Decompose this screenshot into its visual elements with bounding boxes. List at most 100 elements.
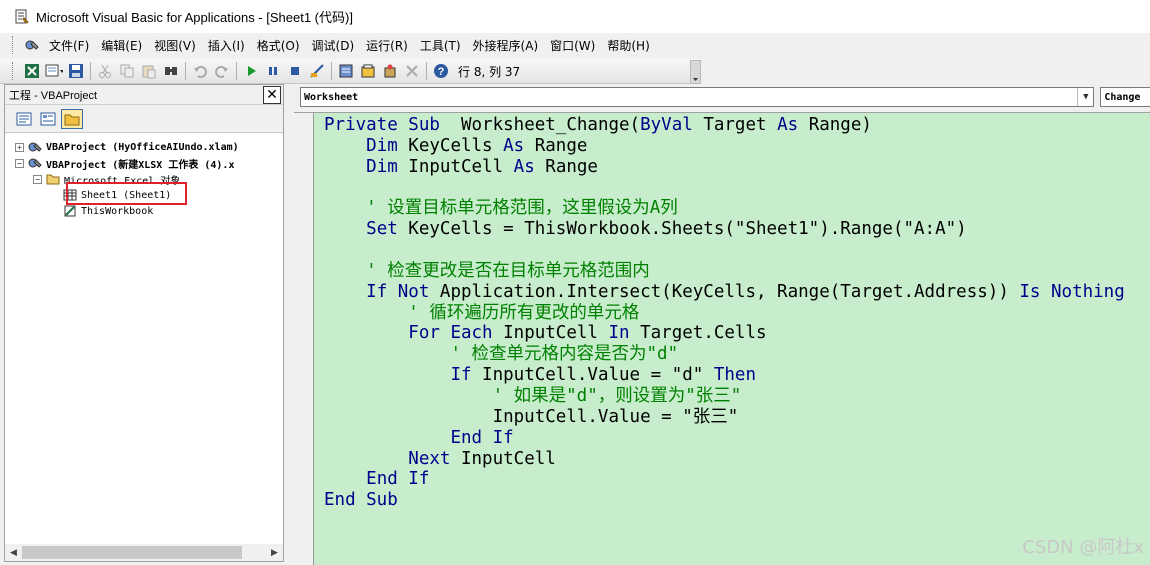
toolbar-separator bbox=[331, 62, 332, 80]
menu-run[interactable]: 运行(R) bbox=[360, 37, 414, 54]
scroll-left-icon[interactable]: ◀ bbox=[5, 548, 22, 558]
vba-menu-icon[interactable] bbox=[23, 36, 41, 54]
paste-icon[interactable] bbox=[140, 62, 158, 80]
code-keyword: Is Nothing bbox=[1019, 281, 1125, 302]
scrollbar-thumb[interactable] bbox=[22, 546, 242, 559]
view-code-icon[interactable] bbox=[13, 109, 35, 129]
insert-module-icon[interactable] bbox=[45, 62, 63, 80]
code-lines[interactable]: Private Sub Worksheet_Change(ByVal Targe… bbox=[324, 115, 1125, 511]
chevron-down-icon[interactable]: ▼ bbox=[1077, 88, 1093, 106]
scrollbar-track[interactable] bbox=[22, 546, 266, 559]
code-line[interactable]: InputCell.Value = "张三" bbox=[324, 407, 1125, 428]
workbook-icon bbox=[64, 205, 76, 217]
menu-file[interactable]: 文件(F) bbox=[43, 37, 95, 54]
collapse-icon[interactable]: − bbox=[33, 174, 42, 184]
code-line[interactable]: ' 如果是"d"，则设置为"张三" bbox=[324, 386, 1125, 407]
code-line[interactable]: ' 设置目标单元格范围，这里假设为A列 bbox=[324, 198, 1125, 219]
code-line[interactable]: Dim KeyCells As Range bbox=[324, 136, 1125, 157]
scroll-right-icon[interactable]: ▶ bbox=[266, 548, 283, 558]
collapse-icon[interactable]: − bbox=[15, 158, 24, 168]
redo-icon[interactable] bbox=[213, 62, 231, 80]
menu-tools[interactable]: 工具(T) bbox=[414, 37, 467, 54]
tree-item-hyoffice-project[interactable]: + VBAProject (HyOfficeAIUndo.xlam) bbox=[15, 139, 283, 155]
code-line[interactable]: End Sub bbox=[324, 490, 1125, 511]
menu-window[interactable]: 窗口(W) bbox=[544, 37, 601, 54]
code-area: Private Sub Worksheet_Change(ByVal Targe… bbox=[294, 112, 1150, 565]
menu-help[interactable]: 帮助(H) bbox=[601, 37, 655, 54]
code-window: Worksheet ▼ Change Private Sub Worksheet… bbox=[294, 84, 1150, 565]
code-line[interactable]: ​ bbox=[324, 178, 1125, 199]
panel-splitter[interactable] bbox=[286, 84, 294, 565]
code-keyword: Then bbox=[713, 365, 756, 386]
code-line[interactable]: Private Sub Worksheet_Change(ByVal Targe… bbox=[324, 115, 1125, 136]
toolbar-overflow-button[interactable] bbox=[690, 60, 701, 84]
expand-icon[interactable]: + bbox=[15, 142, 24, 152]
toggle-folders-icon[interactable] bbox=[61, 108, 83, 129]
code-keyword: End If bbox=[366, 469, 430, 490]
code-line[interactable]: ' 检查单元格内容是否为"d" bbox=[324, 344, 1125, 365]
menu-insert[interactable]: 插入(I) bbox=[202, 37, 251, 54]
project-explorer: 工程 - VBAProject ✕ + VBAProject (HyOffice… bbox=[4, 84, 284, 562]
view-object-icon[interactable] bbox=[37, 109, 59, 129]
code-gutter[interactable] bbox=[294, 113, 314, 565]
cut-icon[interactable] bbox=[96, 62, 114, 80]
copy-icon[interactable] bbox=[118, 62, 136, 80]
project-explorer-header: 工程 - VBAProject ✕ bbox=[5, 85, 283, 105]
code-line[interactable]: For Each InputCell In Target.Cells bbox=[324, 323, 1125, 344]
menu-debug[interactable]: 调试(D) bbox=[306, 37, 361, 54]
project-explorer-icon[interactable] bbox=[337, 62, 355, 80]
excel-icon[interactable] bbox=[23, 62, 41, 80]
object-browser-icon[interactable] bbox=[381, 62, 399, 80]
run-icon[interactable] bbox=[242, 62, 260, 80]
code-line[interactable]: ​ bbox=[324, 240, 1125, 261]
toolbar-separator bbox=[236, 62, 237, 80]
tree-item-thisworkbook[interactable]: ThisWorkbook bbox=[15, 203, 283, 219]
reset-icon[interactable] bbox=[286, 62, 304, 80]
code-line[interactable]: Next InputCell bbox=[324, 449, 1125, 470]
toolbox-icon[interactable] bbox=[403, 62, 421, 80]
toolbar-separator bbox=[90, 62, 91, 80]
code-line[interactable]: End If bbox=[324, 469, 1125, 490]
code-keyword: ByVal bbox=[640, 115, 693, 135]
code-line[interactable]: Set KeyCells = ThisWorkbook.Sheets("Shee… bbox=[324, 219, 1125, 240]
properties-icon[interactable] bbox=[359, 62, 377, 80]
menu-edit[interactable]: 编辑(E) bbox=[95, 37, 148, 54]
tree-item-label: VBAProject (新建XLSX 工作表 (4).x bbox=[46, 159, 235, 171]
find-icon[interactable] bbox=[162, 62, 180, 80]
code-comment: ' 设置目标单元格范围，这里假设为A列 bbox=[366, 198, 678, 219]
code-line[interactable]: If InputCell.Value = "d" Then bbox=[324, 365, 1125, 386]
menu-view[interactable]: 视图(V) bbox=[148, 37, 202, 54]
code-line[interactable]: ' 检查更改是否在目标单元格范围内 bbox=[324, 261, 1125, 282]
design-mode-icon[interactable] bbox=[308, 62, 326, 80]
help-icon[interactable]: ? bbox=[432, 62, 450, 80]
code-editor[interactable]: Private Sub Worksheet_Change(ByVal Targe… bbox=[314, 113, 1150, 565]
code-line[interactable]: End If bbox=[324, 428, 1125, 449]
object-dropdown[interactable]: Worksheet ▼ bbox=[300, 87, 1095, 107]
menu-format[interactable]: 格式(O) bbox=[251, 37, 306, 54]
code-combo-row: Worksheet ▼ Change bbox=[294, 84, 1150, 110]
object-dropdown-value: Worksheet bbox=[304, 91, 359, 103]
tree-item-workbook-project[interactable]: − VBAProject (新建XLSX 工作表 (4).x bbox=[15, 155, 283, 171]
code-keyword: Dim bbox=[366, 156, 398, 177]
code-line[interactable]: Dim InputCell As Range bbox=[324, 157, 1125, 178]
break-icon[interactable] bbox=[264, 62, 282, 80]
close-icon[interactable]: ✕ bbox=[263, 85, 281, 104]
menu-addins[interactable]: 外接程序(A) bbox=[467, 37, 545, 54]
code-keyword: End Sub bbox=[324, 490, 398, 511]
toolbar-grip[interactable] bbox=[12, 62, 15, 80]
code-text: Range) bbox=[798, 115, 872, 135]
code-line[interactable]: If Not Application.Intersect(KeyCells, R… bbox=[324, 282, 1125, 303]
tree-horizontal-scrollbar[interactable]: ◀ ▶ bbox=[5, 544, 283, 561]
tree-item-label: VBAProject (HyOfficeAIUndo.xlam) bbox=[46, 141, 239, 153]
code-keyword: As bbox=[503, 135, 525, 156]
title-bar: Microsoft Visual Basic for Applications … bbox=[0, 0, 1150, 33]
code-keyword: If bbox=[450, 365, 472, 386]
code-line[interactable]: ' 循环遍历所有更改的单元格 bbox=[324, 303, 1125, 324]
save-icon[interactable] bbox=[67, 62, 85, 80]
undo-icon[interactable] bbox=[191, 62, 209, 80]
code-text: Range bbox=[534, 156, 598, 177]
procedure-dropdown[interactable]: Change bbox=[1100, 87, 1150, 107]
menu-grip[interactable] bbox=[12, 36, 15, 54]
